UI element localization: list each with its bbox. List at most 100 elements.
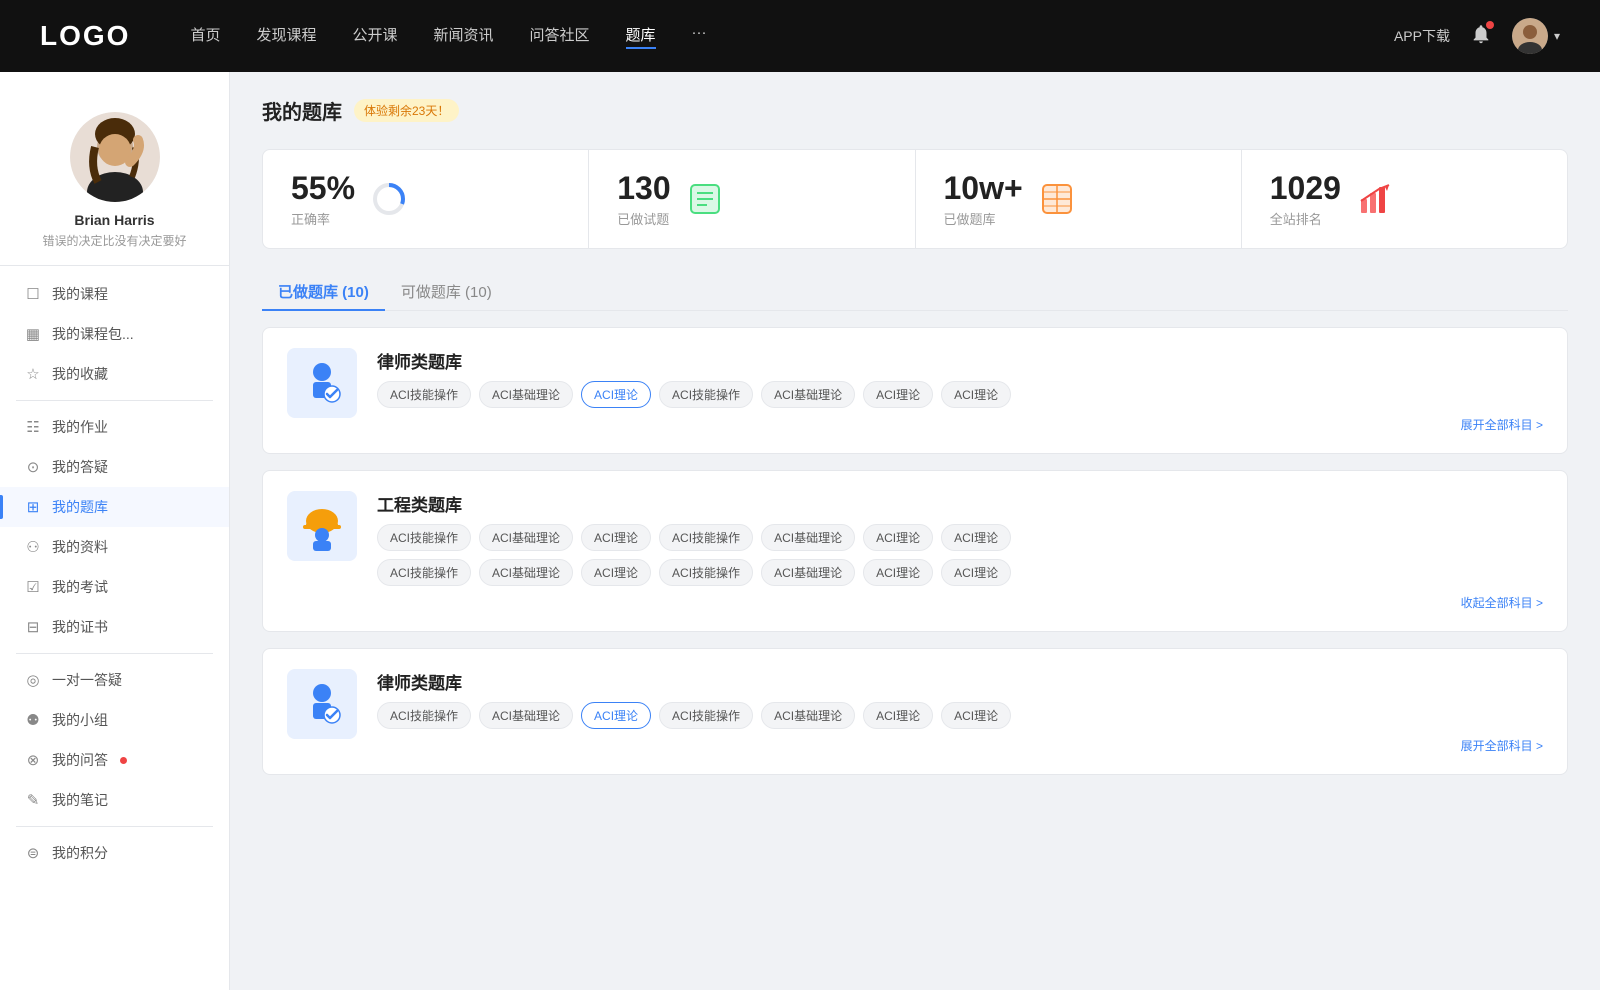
main-nav: 首页 发现课程 公开课 新闻资讯 问答社区 题库 ··· [190,24,1394,49]
sidebar-label-points: 我的积分 [52,843,108,863]
tag-1-r2-1[interactable]: ACI基础理论 [479,559,573,586]
file-icon: ☑ [24,578,42,596]
header-right: APP下载 ▾ [1394,18,1560,54]
tag-1-5[interactable]: ACI理论 [863,524,933,551]
chevron-down-icon: ▾ [1554,29,1560,43]
chat-icon: ◎ [24,671,42,689]
tag-2-2[interactable]: ACI理论 [581,702,651,729]
collapse-link-engineer[interactable]: 收起全部科目 > [377,594,1543,611]
sidebar-label-question-bank: 我的题库 [52,497,108,517]
tag-1-r2-5[interactable]: ACI理论 [863,559,933,586]
sidebar: Brian Harris 错误的决定比没有决定要好 ☐ 我的课程 ▦ 我的课程包… [0,72,230,990]
tag-1-3[interactable]: ACI技能操作 [659,524,753,551]
nav-more[interactable]: ··· [692,24,707,49]
sidebar-label-favorites: 我的收藏 [52,364,108,384]
tag-2-1[interactable]: ACI基础理论 [479,702,573,729]
sidebar-label-my-courses: 我的课程 [52,284,108,304]
sidebar-label-homework: 我的作业 [52,417,108,437]
tags-row-engineer-2: ACI技能操作 ACI基础理论 ACI理论 ACI技能操作 ACI基础理论 AC… [377,559,1543,586]
tags-row-lawyer-1: ACI技能操作 ACI基础理论 ACI理论 ACI技能操作 ACI基础理论 AC… [377,381,1543,408]
tag-1-1[interactable]: ACI基础理论 [479,524,573,551]
sidebar-item-materials[interactable]: ⚇ 我的资料 [0,527,229,567]
tags-row-lawyer-2: ACI技能操作 ACI基础理论 ACI理论 ACI技能操作 ACI基础理论 AC… [377,702,1543,729]
tag-1-r2-6[interactable]: ACI理论 [941,559,1011,586]
page-title: 我的题库 [262,96,342,125]
user-avatar-wrap[interactable]: ▾ [1512,18,1560,54]
nav-open-course[interactable]: 公开课 [352,24,397,49]
sidebar-item-questions[interactable]: ⊙ 我的答疑 [0,447,229,487]
sidebar-divider-2 [16,653,213,654]
tag-2-0[interactable]: ACI技能操作 [377,702,471,729]
sidebar-item-homework[interactable]: ☷ 我的作业 [0,407,229,447]
qbank-title-lawyer-2: 律师类题库 [377,669,1543,694]
tag-1-r2-3[interactable]: ACI技能操作 [659,559,753,586]
sidebar-label-questions: 我的答疑 [52,457,108,477]
qbank-section-lawyer-2: 律师类题库 ACI技能操作 ACI基础理论 ACI理论 ACI技能操作 ACI基… [262,648,1568,775]
expand-link-lawyer-2[interactable]: 展开全部科目 > [377,737,1543,754]
tags-section-lawyer-2: 律师类题库 ACI技能操作 ACI基础理论 ACI理论 ACI技能操作 ACI基… [377,669,1543,754]
tag-0-4[interactable]: ACI基础理论 [761,381,855,408]
expand-link-lawyer-1[interactable]: 展开全部科目 > [377,416,1543,433]
sidebar-item-notes[interactable]: ✎ 我的笔记 [0,780,229,820]
pencil-icon: ✎ [24,791,42,809]
nav-discover[interactable]: 发现课程 [256,24,316,49]
sidebar-item-certificates[interactable]: ⊟ 我的证书 [0,607,229,647]
tag-0-3[interactable]: ACI技能操作 [659,381,753,408]
sidebar-item-favorites[interactable]: ☆ 我的收藏 [0,354,229,394]
note-icon: ☷ [24,418,42,436]
sidebar-item-question-bank[interactable]: ⊞ 我的题库 [0,487,229,527]
tag-2-3[interactable]: ACI技能操作 [659,702,753,729]
nav-news[interactable]: 新闻资讯 [434,24,494,49]
menu-list: ☐ 我的课程 ▦ 我的课程包... ☆ 我的收藏 ☷ 我的作业 ⊙ 我的答 [0,266,229,881]
tab-available[interactable]: 可做题库 (10) [385,273,508,310]
tag-1-r2-4[interactable]: ACI基础理论 [761,559,855,586]
sidebar-label-materials: 我的资料 [52,537,108,557]
qbank-section-lawyer-1: 律师类题库 ACI技能操作 ACI基础理论 ACI理论 ACI技能操作 ACI基… [262,327,1568,454]
sidebar-item-one-on-one[interactable]: ◎ 一对一答疑 [0,660,229,700]
qbank-title-lawyer-1: 律师类题库 [377,348,1543,373]
tag-1-r2-2[interactable]: ACI理论 [581,559,651,586]
notification-bell[interactable] [1470,23,1492,50]
group-icon: ⚉ [24,711,42,729]
sidebar-label-group: 我的小组 [52,710,108,730]
bar-chart-icon: ▦ [24,325,42,343]
nav-qa[interactable]: 问答社区 [530,24,590,49]
profile-motto: 错误的决定比没有决定要好 [42,232,186,249]
sidebar-item-my-courses[interactable]: ☐ 我的课程 [0,274,229,314]
tag-0-6[interactable]: ACI理论 [941,381,1011,408]
page-header: 我的题库 体验剩余23天！ [262,96,1568,125]
sidebar-item-my-qa[interactable]: ⊗ 我的问答 [0,740,229,780]
tag-2-5[interactable]: ACI理论 [863,702,933,729]
tag-1-2[interactable]: ACI理论 [581,524,651,551]
tags-section-lawyer-1: 律师类题库 ACI技能操作 ACI基础理论 ACI理论 ACI技能操作 ACI基… [377,348,1543,433]
profile-name: Brian Harris [74,212,154,228]
sidebar-item-points[interactable]: ⊜ 我的积分 [0,833,229,873]
sidebar-item-exams[interactable]: ☑ 我的考试 [0,567,229,607]
tag-1-6[interactable]: ACI理论 [941,524,1011,551]
qbank-title-engineer: 工程类题库 [377,491,1543,516]
tag-1-4[interactable]: ACI基础理论 [761,524,855,551]
engineer-icon [287,491,357,561]
sidebar-item-group[interactable]: ⚉ 我的小组 [0,700,229,740]
tag-0-5[interactable]: ACI理论 [863,381,933,408]
tag-0-2[interactable]: ACI理论 [581,381,651,408]
grid-icon [1039,181,1075,217]
tab-done[interactable]: 已做题库 (10) [262,273,385,310]
app-download-link[interactable]: APP下载 [1394,26,1450,46]
qa-icon: ⊗ [24,751,42,769]
tag-1-0[interactable]: ACI技能操作 [377,524,471,551]
tag-1-r2-0[interactable]: ACI技能操作 [377,559,471,586]
nav-question-bank[interactable]: 题库 [626,24,656,49]
tag-0-1[interactable]: ACI基础理论 [479,381,573,408]
tabs: 已做题库 (10) 可做题库 (10) [262,273,1568,311]
tag-2-6[interactable]: ACI理论 [941,702,1011,729]
sidebar-item-course-package[interactable]: ▦ 我的课程包... [0,314,229,354]
lawyer-icon-2 [287,669,357,739]
stat-ranking: 1029 全站排名 [1242,150,1567,248]
notification-dot [1486,21,1494,29]
nav-home[interactable]: 首页 [190,24,220,49]
tag-2-4[interactable]: ACI基础理论 [761,702,855,729]
tag-0-0[interactable]: ACI技能操作 [377,381,471,408]
stat-accuracy-value: 55% [291,170,355,207]
people-icon: ⚇ [24,538,42,556]
